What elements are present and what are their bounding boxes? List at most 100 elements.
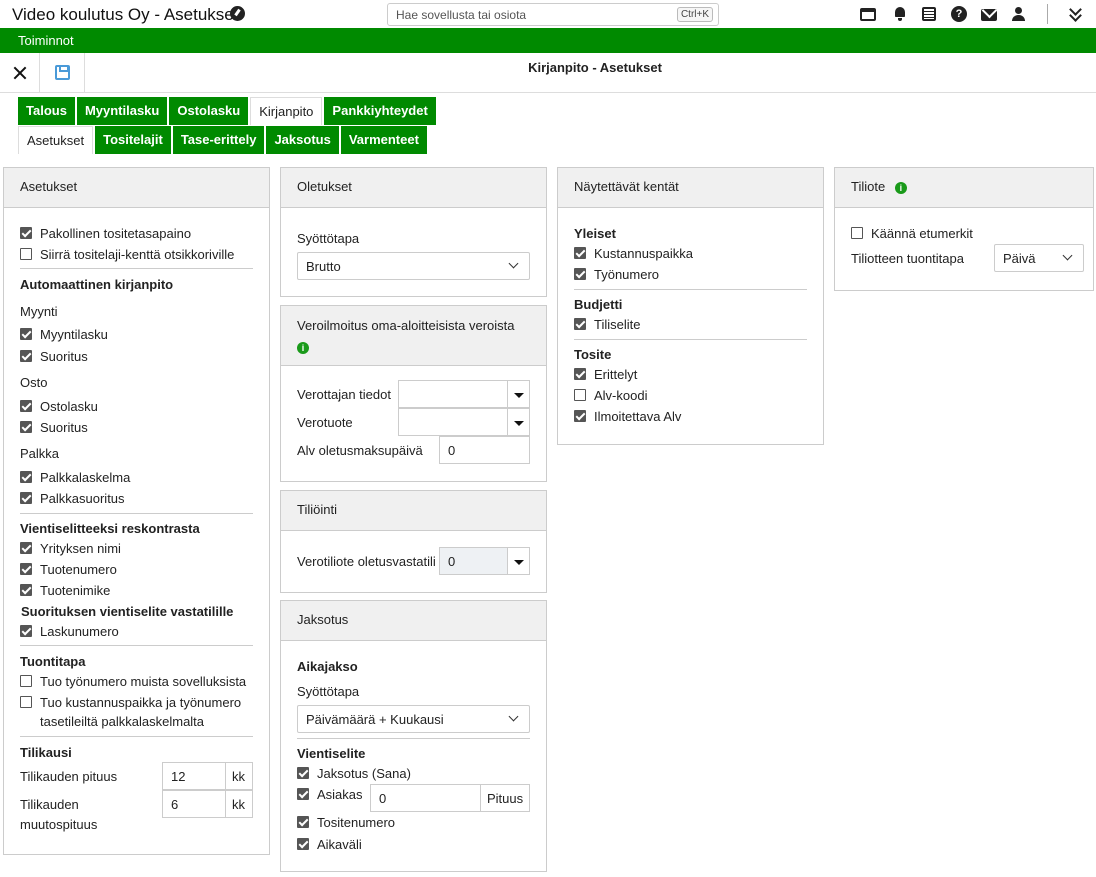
erittelyt-checkbox[interactable] — [574, 368, 586, 380]
tab-tase-erittely[interactable]: Tase-erittely — [172, 126, 265, 154]
help-icon[interactable]: ? — [951, 6, 967, 22]
tositenumero-checkbox[interactable] — [297, 816, 309, 828]
field-label: Tiliotteen tuontitapa — [851, 251, 964, 266]
toolbar: Kirjanpito - Asetukset — [0, 53, 1096, 93]
myynti-suoritus-checkbox[interactable] — [20, 350, 32, 362]
osto-suoritus-checkbox[interactable] — [20, 421, 32, 433]
divider — [574, 339, 807, 340]
panel-title: Tiliöinti — [281, 491, 546, 531]
laskunumero-checkbox[interactable] — [20, 625, 32, 637]
window-icon[interactable] — [860, 8, 876, 21]
tuotenumero-checkbox[interactable] — [20, 563, 32, 575]
tab-varmenteet[interactable]: Varmenteet — [340, 126, 427, 154]
info-icon[interactable]: i — [297, 341, 309, 354]
sub-tabs: Asetukset Tositelajit Tase-erittely Jaks… — [18, 126, 427, 154]
palkkasuoritus-checkbox[interactable] — [20, 492, 32, 504]
tuo-tyonumero-checkbox[interactable] — [20, 675, 32, 687]
checkbox-label: Käännä etumerkit — [871, 226, 973, 241]
checkbox-label: Tositenumero — [317, 815, 396, 830]
input-value: 12 — [171, 769, 186, 784]
checkbox-label: Tiliselite — [594, 317, 641, 332]
news-icon[interactable] — [922, 7, 936, 21]
ostolasku-checkbox[interactable] — [20, 400, 32, 412]
asiakas-pituus-input[interactable]: 0 — [370, 784, 481, 812]
checkbox-label: Pakollinen tositetasapaino — [40, 226, 192, 241]
jaksotus-syottotapa-select[interactable]: Päivämäärä + Kuukausi — [297, 705, 530, 733]
yrityksen-nimi-checkbox[interactable] — [20, 542, 32, 554]
alv-koodi-checkbox[interactable] — [574, 389, 586, 401]
checkbox-label: Kustannuspaikka — [594, 246, 694, 261]
checkbox-label-line2: tasetileiltä palkkalaskelmalta — [40, 714, 205, 729]
divider — [20, 736, 253, 737]
verotiliote-vastatili-combo[interactable]: 0 — [439, 547, 530, 575]
field-label: Syöttötapa — [297, 684, 360, 699]
asiakas-checkbox[interactable] — [297, 788, 309, 800]
tab-tositelajit[interactable]: Tositelajit — [95, 126, 171, 154]
kustannuspaikka-checkbox[interactable] — [574, 247, 586, 259]
muutospituus-input[interactable]: 6 — [162, 790, 226, 818]
oletukset-panel: Oletukset Syöttötapa Brutto — [280, 167, 547, 297]
tab-kirjanpito[interactable]: Kirjanpito — [250, 97, 323, 125]
tab-asetukset[interactable]: Asetukset — [18, 126, 94, 154]
unit-addon: kk — [226, 762, 253, 790]
palkkalaskelma-checkbox[interactable] — [20, 471, 32, 483]
tab-myyntilasku[interactable]: Myyntilasku — [76, 97, 168, 125]
group-label: Myynti — [20, 304, 58, 319]
unit-addon: Pituus — [481, 784, 530, 812]
tab-pankkiyhteydet[interactable]: Pankkiyhteydet — [324, 97, 436, 125]
select-value: Päivä — [1003, 251, 1036, 266]
caret-down-icon[interactable] — [507, 409, 529, 435]
group-label: Osto — [20, 375, 48, 390]
dashboard-icon[interactable] — [230, 6, 245, 21]
veroilmoitus-panel: Veroilmoitus oma-aloitteisista veroista … — [280, 305, 547, 482]
input-value: 0 — [379, 791, 387, 806]
search-input[interactable]: Hae sovellusta tai osiota Ctrl+K — [387, 3, 719, 26]
section-heading: Tosite — [574, 347, 612, 362]
section-heading: Vientiselite — [297, 746, 366, 761]
info-icon[interactable]: i — [894, 181, 907, 194]
tilikauden-pituus-input[interactable]: 12 — [162, 762, 226, 790]
jaksotus-panel: Jaksotus Aikajakso Syöttötapa Päivämäärä… — [280, 600, 547, 872]
caret-down-icon[interactable] — [507, 548, 529, 574]
syottotapa-select[interactable]: Brutto — [297, 252, 530, 280]
checkbox-label: Tuotenimike — [40, 583, 111, 598]
tab-ostolasku[interactable]: Ostolasku — [169, 97, 249, 125]
divider — [20, 268, 253, 269]
siirra-checkbox[interactable] — [20, 248, 32, 260]
user-icon[interactable] — [1011, 6, 1027, 22]
app-title: Video koulutus Oy - Asetukset — [12, 5, 239, 24]
checkbox-label: Laskunumero — [40, 624, 119, 639]
alv-maksupaiva-input[interactable]: 0 — [439, 436, 530, 464]
panel-title: Veroilmoitus oma-aloitteisista veroista — [297, 318, 515, 333]
panel-title: Tiliote — [851, 179, 886, 194]
tiliselite-checkbox[interactable] — [574, 318, 586, 330]
checkbox-label: Yrityksen nimi — [40, 541, 121, 556]
checkbox-label: Suoritus — [40, 349, 88, 364]
tuontitapa-select[interactable]: Päivä — [994, 244, 1084, 272]
actions-menu[interactable]: Toiminnot — [18, 33, 74, 48]
tyonumero-checkbox[interactable] — [574, 268, 586, 280]
double-chevron-down-icon[interactable] — [1068, 6, 1084, 22]
aikavali-checkbox[interactable] — [297, 838, 309, 850]
bell-icon[interactable] — [893, 6, 909, 22]
checkbox-label: Palkkalaskelma — [40, 470, 131, 485]
naytettavat-kentat-panel: Näytettävät kentät Yleiset Kustannuspaik… — [557, 167, 824, 445]
verottajan-tiedot-combo[interactable] — [398, 380, 530, 408]
section-heading: Budjetti — [574, 297, 623, 312]
mail-icon[interactable] — [981, 9, 997, 21]
checkbox-label: Myyntilasku — [40, 327, 108, 342]
tuotenimike-checkbox[interactable] — [20, 584, 32, 596]
verotuote-combo[interactable] — [398, 408, 530, 436]
tuo-kustannuspaikka-checkbox[interactable] — [20, 696, 32, 708]
caret-down-icon[interactable] — [507, 381, 529, 407]
jaksotus-sana-checkbox[interactable] — [297, 767, 309, 779]
main-tabs: Talous Myyntilasku Ostolasku Kirjanpito … — [18, 97, 436, 125]
tab-talous[interactable]: Talous — [18, 97, 75, 125]
myyntilasku-checkbox[interactable] — [20, 328, 32, 340]
pakollinen-checkbox[interactable] — [20, 227, 32, 239]
page-title: Kirjanpito - Asetukset — [528, 60, 662, 75]
tab-jaksotus[interactable]: Jaksotus — [266, 126, 339, 154]
field-label: Verottajan tiedot — [297, 387, 391, 402]
ilmoitettava-alv-checkbox[interactable] — [574, 410, 586, 422]
kaanna-etumerkit-checkbox[interactable] — [851, 227, 863, 239]
